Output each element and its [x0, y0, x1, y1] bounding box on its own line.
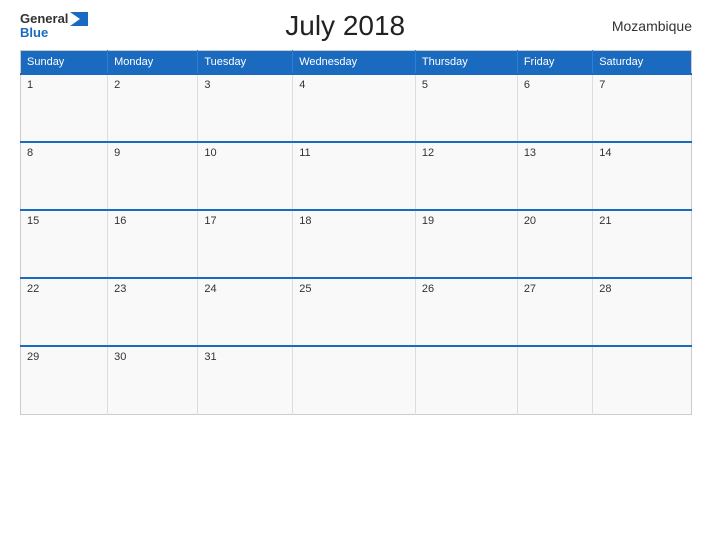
- day-number: 2: [114, 79, 120, 91]
- calendar-day-14: 14: [593, 142, 692, 210]
- calendar-day-27: 27: [517, 278, 592, 346]
- day-number: 9: [114, 147, 120, 159]
- day-number: 3: [204, 79, 210, 91]
- day-number: 22: [27, 283, 39, 295]
- calendar-day-23: 23: [108, 278, 198, 346]
- calendar-day-5: 5: [415, 74, 517, 142]
- day-number: 26: [422, 283, 434, 295]
- day-header-friday: Friday: [517, 51, 592, 75]
- calendar-day-19: 19: [415, 210, 517, 278]
- day-number: 18: [299, 215, 311, 227]
- day-number: 16: [114, 215, 126, 227]
- day-number: 30: [114, 351, 126, 363]
- calendar-day-10: 10: [198, 142, 293, 210]
- day-number: 27: [524, 283, 536, 295]
- calendar-day-3: 3: [198, 74, 293, 142]
- day-header-sunday: Sunday: [21, 51, 108, 75]
- calendar-day-25: 25: [293, 278, 416, 346]
- calendar-day-empty: [415, 346, 517, 414]
- day-number: 17: [204, 215, 216, 227]
- calendar-day-empty: [517, 346, 592, 414]
- calendar-day-empty: [593, 346, 692, 414]
- calendar-day-16: 16: [108, 210, 198, 278]
- day-number: 7: [599, 79, 605, 91]
- day-number: 13: [524, 147, 536, 159]
- day-header-saturday: Saturday: [593, 51, 692, 75]
- day-number: 12: [422, 147, 434, 159]
- month-title: July 2018: [88, 10, 602, 42]
- day-number: 21: [599, 215, 611, 227]
- day-number: 25: [299, 283, 311, 295]
- day-number: 14: [599, 147, 611, 159]
- day-header-wednesday: Wednesday: [293, 51, 416, 75]
- calendar-day-7: 7: [593, 74, 692, 142]
- header: General Blue July 2018 Mozambique: [20, 10, 692, 42]
- day-number: 10: [204, 147, 216, 159]
- logo-flag-icon: [70, 12, 88, 26]
- day-number: 6: [524, 79, 530, 91]
- calendar-day-17: 17: [198, 210, 293, 278]
- calendar-week-row: 29 30 31: [21, 346, 692, 414]
- days-header-row: SundayMondayTuesdayWednesdayThursdayFrid…: [21, 51, 692, 75]
- calendar-day-29: 29: [21, 346, 108, 414]
- calendar-day-31: 31: [198, 346, 293, 414]
- calendar-table: SundayMondayTuesdayWednesdayThursdayFrid…: [20, 50, 692, 415]
- calendar-day-1: 1: [21, 74, 108, 142]
- calendar-day-21: 21: [593, 210, 692, 278]
- calendar-day-15: 15: [21, 210, 108, 278]
- calendar-day-12: 12: [415, 142, 517, 210]
- logo-blue-text: Blue: [20, 26, 48, 40]
- day-number: 4: [299, 79, 305, 91]
- day-number: 31: [204, 351, 216, 363]
- calendar-day-28: 28: [593, 278, 692, 346]
- day-number: 23: [114, 283, 126, 295]
- day-number: 24: [204, 283, 216, 295]
- day-number: 11: [299, 147, 310, 159]
- day-number: 19: [422, 215, 434, 227]
- day-number: 8: [27, 147, 33, 159]
- calendar-day-18: 18: [293, 210, 416, 278]
- calendar-day-22: 22: [21, 278, 108, 346]
- day-header-thursday: Thursday: [415, 51, 517, 75]
- calendar-week-row: 15 16 17 18 19 20 21: [21, 210, 692, 278]
- calendar-week-row: 22 23 24 25 26 27 28: [21, 278, 692, 346]
- day-number: 15: [27, 215, 39, 227]
- calendar-week-row: 1 2 3 4 5 6 7: [21, 74, 692, 142]
- calendar-day-13: 13: [517, 142, 592, 210]
- calendar-day-26: 26: [415, 278, 517, 346]
- calendar-day-9: 9: [108, 142, 198, 210]
- calendar-day-empty: [293, 346, 416, 414]
- day-number: 1: [27, 79, 33, 91]
- calendar-day-4: 4: [293, 74, 416, 142]
- logo-general-text: General: [20, 12, 68, 26]
- day-number: 5: [422, 79, 428, 91]
- calendar-day-6: 6: [517, 74, 592, 142]
- calendar-day-11: 11: [293, 142, 416, 210]
- day-number: 28: [599, 283, 611, 295]
- day-header-monday: Monday: [108, 51, 198, 75]
- calendar-day-24: 24: [198, 278, 293, 346]
- day-number: 29: [27, 351, 39, 363]
- calendar-week-row: 8 9 10 11 12 13 14: [21, 142, 692, 210]
- calendar-day-2: 2: [108, 74, 198, 142]
- calendar-day-30: 30: [108, 346, 198, 414]
- logo: General Blue: [20, 12, 88, 41]
- calendar-day-20: 20: [517, 210, 592, 278]
- day-number: 20: [524, 215, 536, 227]
- country-label: Mozambique: [602, 18, 692, 34]
- calendar-day-8: 8: [21, 142, 108, 210]
- day-header-tuesday: Tuesday: [198, 51, 293, 75]
